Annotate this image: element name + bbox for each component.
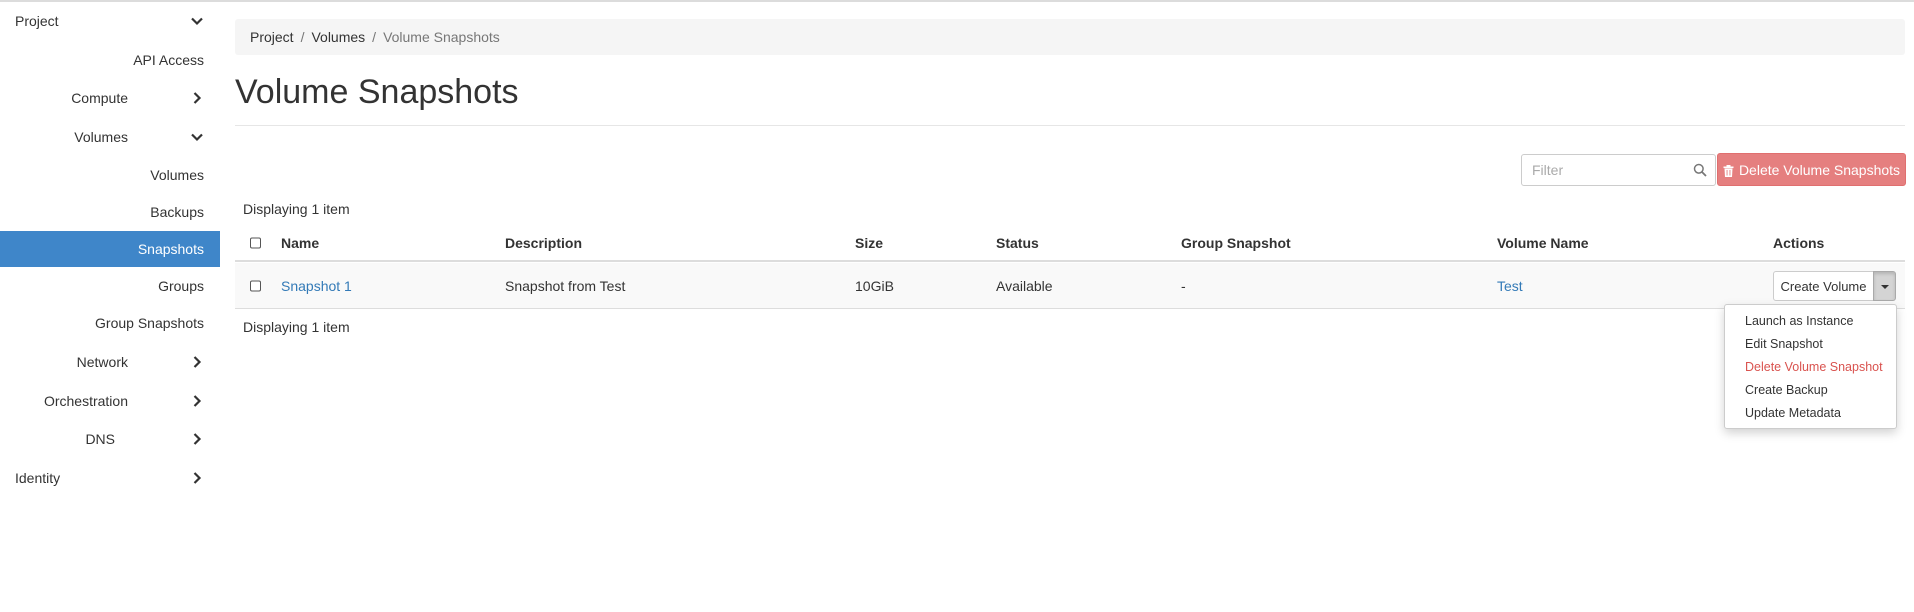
sidebar-item-label: Backups — [150, 204, 204, 220]
menu-item-launch-as-instance[interactable]: Launch as Instance — [1725, 310, 1896, 333]
chevron-right-icon — [190, 355, 204, 369]
breadcrumb-volumes[interactable]: Volumes — [311, 29, 365, 45]
sidebar-item-api-access[interactable]: API Access — [0, 42, 220, 78]
breadcrumb: Project / Volumes / Volume Snapshots — [235, 19, 1905, 55]
sidebar-item-label: Identity — [15, 470, 61, 486]
chevron-right-icon — [190, 432, 204, 446]
breadcrumb-separator: / — [300, 29, 305, 45]
divider — [235, 125, 1905, 126]
sidebar-item-label: Groups — [158, 278, 204, 294]
sidebar-item-label: Group Snapshots — [95, 315, 204, 331]
snapshot-description: Snapshot from Test — [505, 277, 626, 294]
column-header-size[interactable]: Size — [855, 235, 883, 251]
chevron-right-icon — [190, 394, 204, 408]
column-header-status[interactable]: Status — [996, 235, 1039, 251]
sidebar-item-label: API Access — [133, 52, 204, 68]
page-title: Volume Snapshots — [235, 73, 519, 111]
breadcrumb-current: Volume Snapshots — [383, 29, 500, 45]
sidebar-item-dns[interactable]: DNS — [0, 421, 220, 457]
create-volume-button[interactable]: Create Volume — [1773, 271, 1874, 301]
menu-item-create-backup[interactable]: Create Backup — [1725, 379, 1896, 402]
table-row: Snapshot 1 Snapshot from Test 10GiB Avai… — [235, 263, 1905, 309]
snapshot-status: Available — [996, 277, 1053, 294]
snapshot-name-link[interactable]: Snapshot 1 — [281, 278, 352, 294]
sidebar: Project API Access Compute Volumes Volum… — [0, 2, 220, 612]
column-header-name[interactable]: Name — [281, 235, 319, 251]
delete-volume-snapshots-button[interactable]: Delete Volume Snapshots — [1717, 153, 1906, 186]
sidebar-item-volumes-group[interactable]: Volumes — [0, 119, 220, 155]
chevron-down-icon — [190, 14, 204, 28]
trash-icon — [1723, 164, 1734, 177]
column-header-description[interactable]: Description — [505, 235, 582, 251]
snapshot-size: 10GiB — [855, 277, 894, 294]
column-header-group-snapshot[interactable]: Group Snapshot — [1181, 235, 1291, 251]
sidebar-item-identity[interactable]: Identity — [0, 460, 220, 496]
delete-button-label: Delete Volume Snapshots — [1738, 161, 1901, 178]
menu-item-update-metadata[interactable]: Update Metadata — [1725, 402, 1896, 425]
sidebar-item-label: Snapshots — [137, 241, 204, 257]
sidebar-item-orchestration[interactable]: Orchestration — [0, 383, 220, 419]
snapshot-group: - — [1181, 277, 1186, 294]
column-header-volume-name[interactable]: Volume Name — [1497, 235, 1589, 251]
chevron-down-icon — [190, 130, 204, 144]
select-all-checkbox[interactable] — [250, 237, 261, 249]
sidebar-item-group-snapshots[interactable]: Group Snapshots — [0, 305, 220, 341]
sidebar-item-label: Volumes — [74, 129, 128, 145]
breadcrumb-project[interactable]: Project — [250, 29, 294, 45]
breadcrumb-separator: / — [372, 29, 377, 45]
chevron-right-icon — [190, 471, 204, 485]
filter-box — [1521, 154, 1716, 186]
table-header: Name Description Size Status Group Snaps… — [235, 226, 1905, 262]
sidebar-item-volumes[interactable]: Volumes — [0, 157, 220, 193]
sidebar-item-label: Compute — [71, 90, 128, 106]
sidebar-item-label: Volumes — [150, 167, 204, 183]
sidebar-item-project[interactable]: Project — [0, 3, 220, 39]
menu-item-edit-snapshot[interactable]: Edit Snapshot — [1725, 333, 1896, 356]
row-actions-menu: Launch as Instance Edit Snapshot Delete … — [1724, 304, 1897, 429]
sidebar-item-backups[interactable]: Backups — [0, 194, 220, 230]
actions-dropdown-toggle[interactable] — [1873, 271, 1896, 301]
sidebar-item-label: DNS — [85, 431, 115, 447]
sidebar-item-label: Network — [76, 354, 128, 370]
sidebar-item-label: Orchestration — [43, 393, 128, 409]
top-border — [0, 0, 1914, 2]
volume-name-link[interactable]: Test — [1497, 278, 1523, 294]
sidebar-item-groups[interactable]: Groups — [0, 268, 220, 304]
sidebar-item-network[interactable]: Network — [0, 344, 220, 380]
search-icon[interactable] — [1693, 163, 1707, 177]
caret-down-icon — [1881, 285, 1889, 289]
sidebar-item-label: Project — [15, 13, 59, 29]
item-count-footer: Displaying 1 item — [243, 319, 350, 335]
item-count: Displaying 1 item — [243, 201, 350, 217]
row-checkbox[interactable] — [250, 280, 261, 291]
column-header-actions: Actions — [1773, 235, 1825, 251]
sidebar-item-snapshots[interactable]: Snapshots — [0, 231, 220, 267]
sidebar-item-compute[interactable]: Compute — [0, 80, 220, 116]
filter-input[interactable] — [1522, 155, 1682, 185]
chevron-right-icon — [190, 91, 204, 105]
menu-item-delete-volume-snapshot[interactable]: Delete Volume Snapshot — [1725, 356, 1896, 379]
